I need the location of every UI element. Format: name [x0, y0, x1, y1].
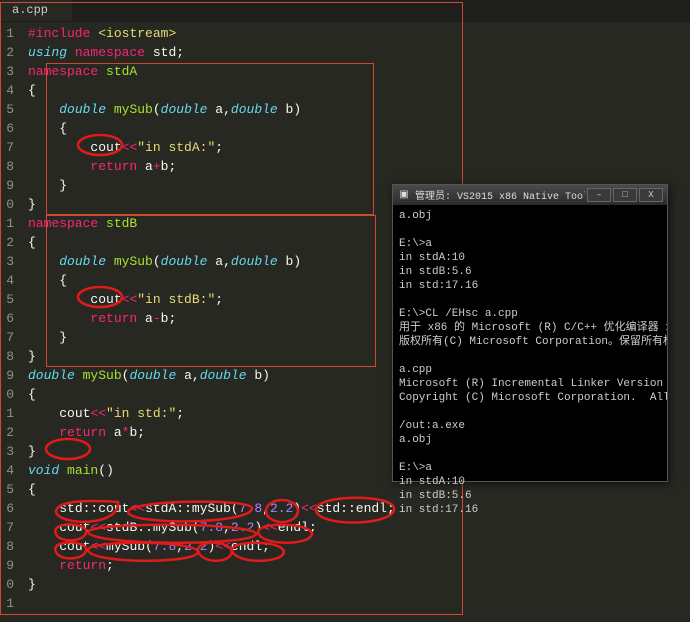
line-number: 0	[4, 575, 14, 594]
terminal-window[interactable]: ▣ 管理员: VS2015 x86 Native Tools Comman...…	[392, 184, 668, 482]
line-number: 6	[4, 119, 14, 138]
line-number: 8	[4, 537, 14, 556]
line-number: 5	[4, 480, 14, 499]
line-number: 3	[4, 442, 14, 461]
line-number: 0	[4, 385, 14, 404]
terminal-title: 管理员: VS2015 x86 Native Tools Comman...	[415, 187, 585, 203]
line-number: 9	[4, 556, 14, 575]
terminal-titlebar[interactable]: ▣ 管理员: VS2015 x86 Native Tools Comman...…	[393, 185, 667, 205]
line-gutter: 1 2 3 4 5 6 7 8 9 0 1 2 3 4 5 6 7 8 9 0 …	[0, 22, 20, 617]
line-number: 2	[4, 423, 14, 442]
line-number: 9	[4, 366, 14, 385]
line-number: 5	[4, 100, 14, 119]
line-number: 9	[4, 176, 14, 195]
line-number: 1	[4, 404, 14, 423]
line-number: 8	[4, 157, 14, 176]
line-number: 1	[4, 24, 14, 43]
line-number: 4	[4, 461, 14, 480]
cmd-icon: ▣	[397, 189, 411, 201]
line-number: 4	[4, 81, 14, 100]
line-number: 2	[4, 43, 14, 62]
line-number: 7	[4, 328, 14, 347]
tab-bar: a.cpp	[0, 0, 690, 22]
line-number: 8	[4, 347, 14, 366]
line-number: 5	[4, 290, 14, 309]
line-number: 3	[4, 252, 14, 271]
line-number: 7	[4, 518, 14, 537]
line-number: 1	[4, 594, 14, 613]
line-number: 0	[4, 195, 14, 214]
tab-label: a.cpp	[12, 3, 48, 17]
tab-a-cpp[interactable]: a.cpp	[0, 0, 72, 21]
line-number: 6	[4, 309, 14, 328]
maximize-button[interactable]: □	[613, 188, 637, 202]
line-number: 4	[4, 271, 14, 290]
terminal-output[interactable]: a.obj E:\>a in stdA:10 in stdB:5.6 in st…	[393, 205, 667, 521]
line-number: 7	[4, 138, 14, 157]
minimize-button[interactable]: –	[587, 188, 611, 202]
line-number: 3	[4, 62, 14, 81]
line-number: 2	[4, 233, 14, 252]
line-number: 6	[4, 499, 14, 518]
line-number: 1	[4, 214, 14, 233]
close-button[interactable]: X	[639, 188, 663, 202]
